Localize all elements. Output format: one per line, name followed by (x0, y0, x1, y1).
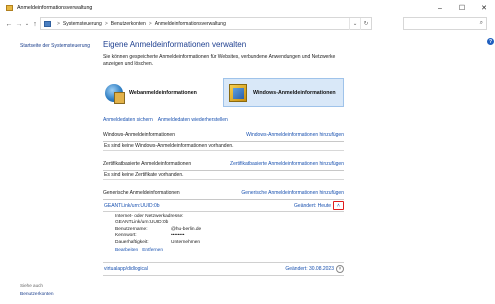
credential-manager-icon (6, 5, 13, 11)
credential-type-selector: Webanmeldeinformationen Windows-Anmeldei… (103, 78, 344, 107)
breadcrumb-separator: > (148, 20, 152, 27)
window-title: Anmeldeinformationsverwaltung (17, 5, 93, 11)
window-controls: – ☐ ✕ (429, 0, 495, 16)
web-credentials-label: Webanmeldeinformationen (129, 89, 197, 96)
certificate-credentials-section: Zertifikatbasierte Anmeldeinformationen … (103, 161, 344, 180)
add-windows-credential-link[interactable]: Windows-Anmeldeinformationen hinzufügen (246, 132, 344, 138)
user-accounts-link[interactable]: Benutzerkonten (20, 292, 54, 297)
windows-credentials-section: Windows-Anmeldeinformationen Windows-Anm… (103, 132, 344, 151)
username-value: @hu-berlin.de (171, 226, 202, 232)
help-icon[interactable]: ? (487, 38, 494, 45)
close-button[interactable]: ✕ (473, 0, 495, 16)
maximize-button[interactable]: ☐ (451, 0, 473, 16)
control-panel-icon (44, 20, 51, 27)
breadcrumb-systemsteuerung[interactable]: Systemsteuerung (63, 21, 102, 27)
main-content: Eigene Anmeldeinformationen verwalten Si… (103, 40, 348, 67)
persistence-label: Dauerhaftigkeit: (115, 239, 149, 245)
address-bar[interactable]: > Systemsteuerung > Benutzerkonten > Anm… (40, 17, 372, 30)
credential-name: GEANTLink/urn:UUID:0b (104, 202, 160, 209)
breadcrumb-separator: > (57, 20, 60, 27)
title-bar: Anmeldeinformationsverwaltung – ☐ ✕ (0, 0, 495, 16)
breadcrumb-benutzerkonten[interactable]: Benutzerkonten (111, 21, 146, 27)
section-title: Generische Anmeldeinformationen (103, 190, 180, 196)
windows-credentials-label: Windows-Anmeldeinformationen (253, 89, 336, 96)
navigation-bar: ← → ⌄ ↑ > Systemsteuerung > Benutzerkont… (0, 17, 495, 31)
credential-modified-date: Geändert: 30.08.2023 (285, 265, 334, 272)
forward-arrow-icon[interactable]: → (14, 18, 24, 30)
divider (103, 275, 344, 276)
control-panel-home-link[interactable]: Startseite der Systemsteuerung (20, 43, 90, 49)
web-credentials-icon (105, 83, 125, 104)
see-also-heading: Siehe auch (20, 283, 43, 288)
password-value: •••••••• (171, 233, 185, 239)
backup-credentials-link[interactable]: Anmeldedaten sichern (103, 117, 153, 123)
search-input[interactable]: ⌕ (403, 17, 487, 30)
windows-credentials-icon (229, 83, 247, 102)
page-title: Eigene Anmeldeinformationen verwalten (103, 40, 247, 49)
breadcrumb-separator: > (104, 20, 108, 27)
minimize-button[interactable]: – (429, 0, 451, 16)
credential-modified-date: Geändert: Heute (294, 202, 331, 209)
up-arrow-icon[interactable]: ↑ (30, 18, 40, 30)
persistence-value: Unternehmen (171, 239, 201, 245)
edit-credential-link[interactable]: Bearbeiten (115, 248, 138, 254)
credential-row-geantlink[interactable]: GEANTLink/urn:UUID:0b Geändert: Heute ˄ (103, 200, 344, 211)
refresh-icon[interactable]: ↻ (360, 18, 371, 30)
section-title: Zertifikatbasierte Anmeldeinformationen (103, 161, 192, 167)
credential-row-virtualapp[interactable]: virtualapp/didlogical Geändert: 30.08.20… (103, 263, 344, 274)
search-icon: ⌕ (479, 20, 483, 26)
credential-name: virtualapp/didlogical (104, 265, 148, 272)
generic-credentials-section: Generische Anmeldeinformationen Generisc… (103, 190, 344, 200)
address-dropdown-icon[interactable]: ⌄ (349, 18, 360, 30)
collapse-chevron-icon[interactable]: ˄ (333, 201, 344, 210)
restore-credentials-link[interactable]: Anmeldedaten wiederherstellen (158, 117, 228, 123)
remove-credential-link[interactable]: Entfernen (142, 248, 163, 254)
add-generic-credential-link[interactable]: Generische Anmeldeinformationen hinzufüg… (241, 190, 344, 196)
expand-chevron-icon[interactable]: ˅ (336, 264, 344, 273)
back-arrow-icon[interactable]: ← (4, 18, 14, 30)
credential-details: Internet- oder Netzwerkadresse: GEANTLin… (115, 214, 201, 254)
add-certificate-credential-link[interactable]: Zertifikatbasierte Anmeldeinformationen … (230, 161, 344, 167)
intro-text: Sie können gespeicherte Anmeldeinformati… (103, 54, 336, 67)
section-title: Windows-Anmeldeinformationen (103, 132, 175, 138)
divider (103, 211, 344, 212)
windows-credentials-button[interactable]: Windows-Anmeldeinformationen (223, 78, 344, 107)
empty-message: Es sind keine Windows-Anmeldeinformation… (103, 142, 344, 151)
backup-actions: Anmeldedaten sichern Anmeldedaten wieder… (103, 117, 228, 123)
empty-message: Es sind keine Zertifikate vorhanden. (103, 171, 344, 180)
breadcrumb-current[interactable]: Anmeldeinformationsverwaltung (155, 21, 226, 27)
web-credentials-button[interactable]: Webanmeldeinformationen (103, 78, 218, 107)
sidebar: Startseite der Systemsteuerung (20, 43, 90, 49)
